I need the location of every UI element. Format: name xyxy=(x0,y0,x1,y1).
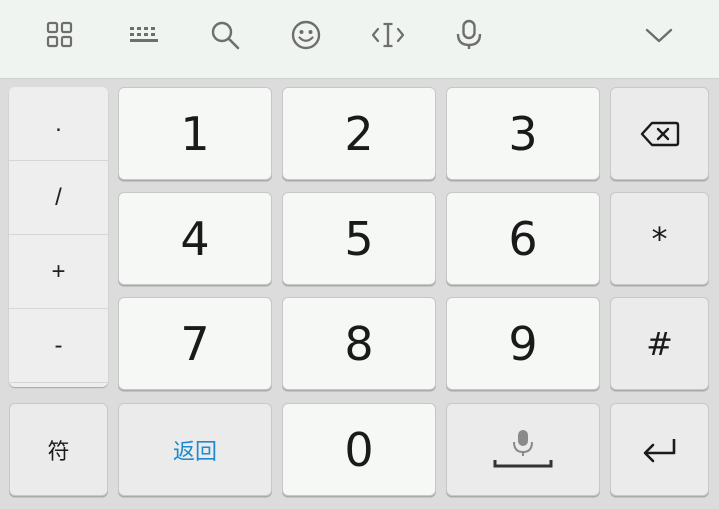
space-voice-button[interactable] xyxy=(446,403,600,496)
side-item-plus[interactable]: + xyxy=(9,235,108,309)
emoji-icon[interactable] xyxy=(288,17,324,53)
enter-button[interactable] xyxy=(610,403,709,496)
keyboard-toolbar xyxy=(0,0,719,79)
cursor-icon[interactable] xyxy=(370,17,406,53)
enter-icon xyxy=(643,438,675,462)
key-hash[interactable]: # xyxy=(610,297,709,390)
space-mic-icon xyxy=(493,429,553,467)
grid-icon[interactable] xyxy=(42,17,78,53)
key-asterisk[interactable]: * xyxy=(610,192,709,285)
side-item-minus[interactable]: - xyxy=(9,309,108,383)
keyboard-icon[interactable] xyxy=(126,17,162,53)
backspace-button[interactable] xyxy=(610,87,709,180)
key-0[interactable]: 0 xyxy=(282,403,436,496)
side-item-slash[interactable]: / xyxy=(9,161,108,235)
key-9[interactable]: 9 xyxy=(446,297,600,390)
back-button[interactable]: 返回 xyxy=(118,403,272,496)
symbols-button[interactable]: 符 xyxy=(9,403,108,496)
key-1[interactable]: 1 xyxy=(118,87,272,180)
search-icon[interactable] xyxy=(207,17,243,53)
symbol-side-panel[interactable]: . / + - xyxy=(9,87,108,387)
side-item-dot[interactable]: . xyxy=(9,87,108,161)
key-8[interactable]: 8 xyxy=(282,297,436,390)
key-5[interactable]: 5 xyxy=(282,192,436,285)
key-6[interactable]: 6 xyxy=(446,192,600,285)
chevron-down-icon[interactable] xyxy=(641,17,677,53)
microphone-icon[interactable] xyxy=(451,17,487,53)
key-4[interactable]: 4 xyxy=(118,192,272,285)
key-7[interactable]: 7 xyxy=(118,297,272,390)
key-3[interactable]: 3 xyxy=(446,87,600,180)
key-2[interactable]: 2 xyxy=(282,87,436,180)
backspace-icon xyxy=(640,121,679,146)
